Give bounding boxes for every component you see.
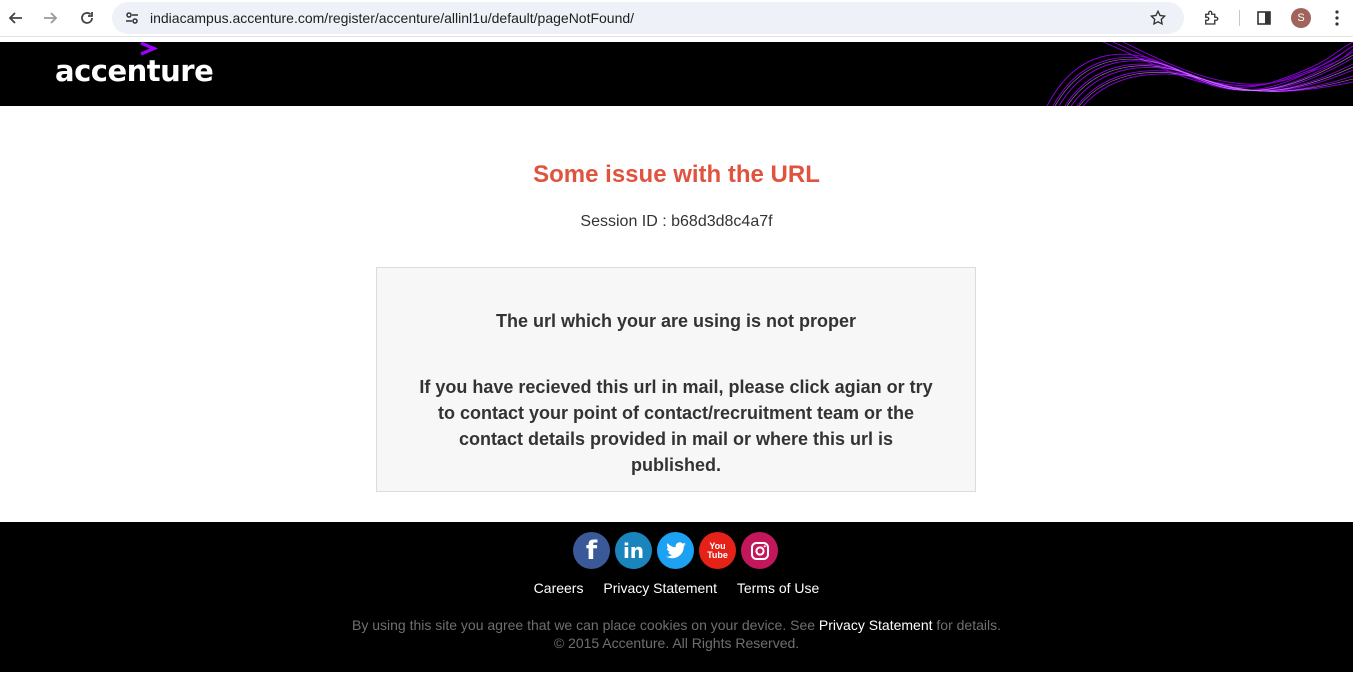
main-content: Some issue with the URL Session ID : b68…: [0, 106, 1353, 522]
twitter-icon[interactable]: [657, 532, 694, 569]
message-body: If you have recieved this url in mail, p…: [419, 377, 933, 475]
forward-button[interactable]: [36, 4, 64, 32]
social-links: f in You Tube: [573, 532, 778, 569]
reload-button[interactable]: [73, 4, 101, 32]
menu-button[interactable]: [1323, 4, 1351, 32]
back-arrow-icon: [8, 12, 22, 24]
cookie-privacy-link[interactable]: Privacy Statement: [819, 617, 933, 633]
puzzle-icon: [1205, 10, 1219, 25]
site-footer: f in You Tube Careers Privacy Statement …: [0, 522, 1353, 672]
profile-avatar[interactable]: S: [1291, 8, 1311, 28]
tune-icon: [126, 12, 138, 24]
url-text[interactable]: indiacampus.accenture.com/register/accen…: [150, 10, 634, 26]
cookie-text-before: By using this site you agree that we can…: [351, 617, 819, 633]
privacy-statement-link[interactable]: Privacy Statement: [603, 580, 717, 596]
accenture-chevron-icon: [140, 42, 159, 56]
cookie-text-after: for details.: [932, 617, 1002, 633]
youtube-wordmark: You Tube: [707, 541, 728, 560]
back-button[interactable]: [2, 4, 30, 32]
message-heading: The url which your are using is not prop…: [495, 311, 857, 331]
youtube-icon[interactable]: You Tube: [699, 532, 736, 569]
accenture-logo[interactable]: accenture: [55, 54, 214, 88]
decorative-waves: [1046, 42, 1353, 106]
star-icon: [1149, 9, 1167, 26]
terms-of-use-link[interactable]: Terms of Use: [737, 580, 819, 596]
side-panel-button[interactable]: [1250, 4, 1278, 32]
browser-toolbar: indiacampus.accenture.com/register/accen…: [0, 0, 1353, 37]
bookmark-button[interactable]: [1144, 4, 1172, 32]
extensions-button[interactable]: [1197, 4, 1225, 32]
instagram-icon[interactable]: [741, 532, 778, 569]
message-box: The url which your are using is not prop…: [376, 267, 976, 492]
side-panel-icon: [1257, 11, 1271, 25]
careers-link[interactable]: Careers: [534, 580, 584, 596]
logo-text: accenture: [55, 54, 214, 88]
linkedin-icon[interactable]: in: [615, 532, 652, 569]
cookie-notice: By using this site you agree that we can…: [0, 617, 1353, 633]
session-id: Session ID : b68d3d8c4a7f: [580, 213, 773, 230]
twitter-bird-icon: [665, 541, 686, 558]
reload-icon: [81, 12, 93, 24]
footer-links: Careers Privacy Statement Terms of Use: [0, 580, 1353, 596]
toolbar-divider: [1239, 10, 1240, 26]
site-header: accenture: [0, 42, 1353, 106]
facebook-icon[interactable]: f: [573, 532, 610, 569]
copyright: © 2015 Accenture. All Rights Reserved.: [553, 635, 800, 651]
forward-arrow-icon: [44, 12, 58, 24]
instagram-camera-icon: [750, 541, 769, 560]
youtube-tube: Tube: [707, 549, 728, 560]
page-title: Some issue with the URL: [533, 161, 820, 188]
address-bar[interactable]: indiacampus.accenture.com/register/accen…: [112, 2, 1184, 34]
site-info-button[interactable]: [118, 4, 146, 32]
kebab-menu-icon: [1335, 10, 1339, 26]
